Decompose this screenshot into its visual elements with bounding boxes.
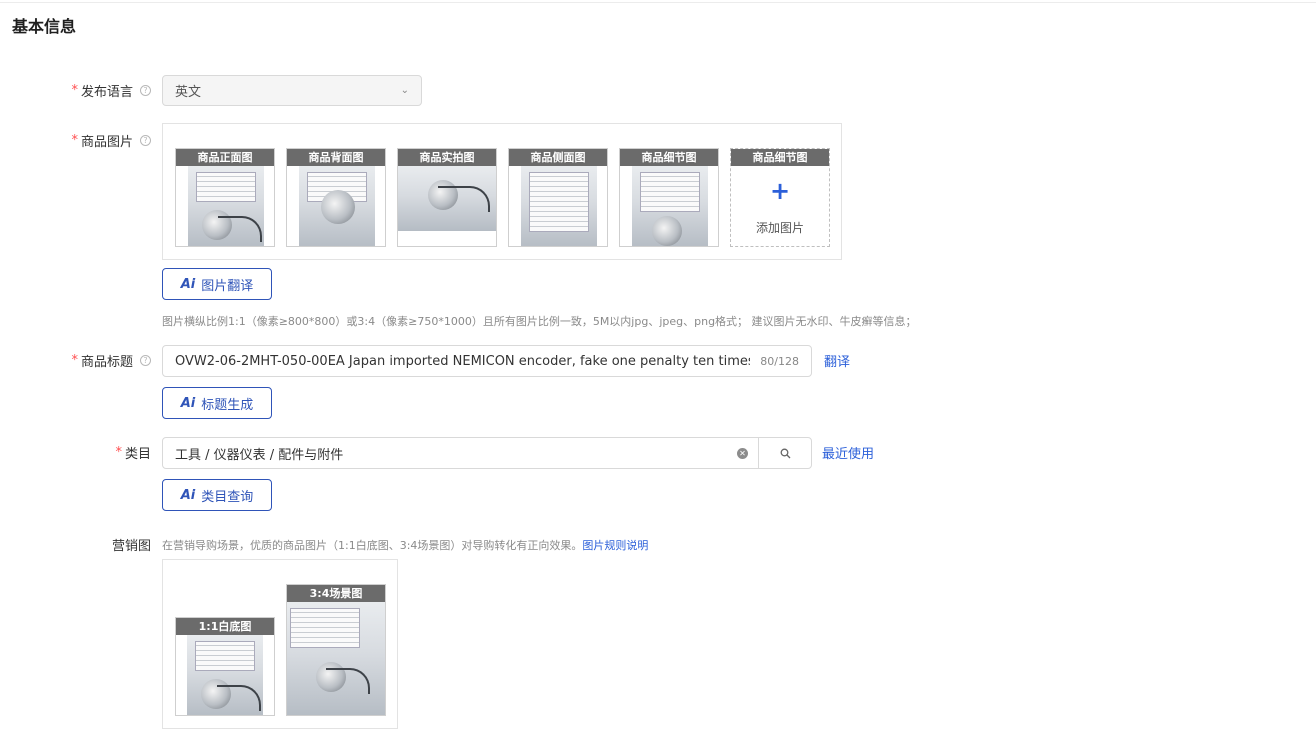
chevron-down-icon: ⌄ (400, 85, 409, 96)
translate-link[interactable]: 翻译 (824, 351, 850, 370)
category-label-text: 类目 (124, 447, 151, 462)
category-query-label: 类目查询 (201, 489, 254, 505)
top-divider (0, 2, 1316, 3)
category-value: 工具 / 仪器仪表 / 配件与附件 (175, 447, 344, 463)
product-title-input[interactable]: OVW2-06-2MHT-050-00EA Japan imported NEM… (162, 345, 812, 377)
marketing-image-scene[interactable]: 3:4场景图 (286, 584, 386, 716)
language-label-text: 发布语言 (80, 85, 133, 100)
section-title: 基本信息 (12, 17, 77, 36)
language-label: * 发布语言 ? (71, 81, 151, 100)
product-image-front[interactable]: 商品正面图 (175, 148, 275, 247)
search-button[interactable] (758, 438, 811, 468)
image-caption: 商品细节图 (731, 149, 829, 166)
marketing-image-square[interactable]: 1:1白底图 (175, 617, 275, 716)
image-translate-button[interactable]: Ai 图片翻译 (162, 268, 272, 300)
image-translate-label: 图片翻译 (201, 278, 254, 294)
marketing-images-panel: 1:1白底图 3:4场景图 (162, 559, 398, 729)
help-icon[interactable]: ? (140, 135, 151, 146)
image-caption: 3:4场景图 (287, 585, 385, 602)
marketing-hint-text: 在营销导购场景，优质的商品图片（1:1白底图、3:4场景图）对导购转化有正向效果… (162, 539, 583, 552)
add-image-text: 添加图片 (755, 221, 804, 235)
image-requirements-hint: 图片横纵比例1:1（像素≥800*800）或3:4（像素≥750*1000）且所… (162, 315, 917, 328)
product-photo (299, 166, 375, 246)
product-photo (287, 602, 385, 715)
product-image-back[interactable]: 商品背面图 (286, 148, 386, 247)
image-caption: 商品背面图 (287, 149, 385, 166)
images-label-text: 商品图片 (80, 135, 133, 150)
clear-icon[interactable]: ✕ (737, 447, 748, 459)
required-mark: * (115, 445, 122, 460)
product-image-real[interactable]: 商品实拍图 (397, 148, 497, 247)
image-caption: 商品实拍图 (398, 149, 496, 166)
language-value: 英文 (175, 85, 202, 100)
category-query-button[interactable]: Ai 类目查询 (162, 479, 272, 511)
marketing-label-text: 营销图 (111, 539, 151, 554)
image-caption: 1:1白底图 (176, 618, 274, 635)
category-input[interactable]: 工具 / 仪器仪表 / 配件与附件 ✕ (162, 437, 812, 469)
recent-used-link[interactable]: 最近使用 (822, 443, 874, 462)
images-label: * 商品图片 ? (71, 131, 151, 150)
marketing-label: 营销图 (112, 535, 151, 554)
ai-icon: Ai (180, 276, 196, 292)
plus-icon: + (769, 177, 791, 205)
title-generate-label: 标题生成 (201, 397, 254, 413)
image-caption: 商品细节图 (620, 149, 718, 166)
required-mark: * (71, 133, 78, 148)
language-select[interactable]: 英文 ⌄ (162, 75, 422, 106)
product-title-value: OVW2-06-2MHT-050-00EA Japan imported NEM… (175, 353, 751, 369)
help-icon[interactable]: ? (140, 85, 151, 96)
product-photo (632, 166, 708, 246)
image-caption: 商品正面图 (176, 149, 274, 166)
title-label-text: 商品标题 (80, 355, 133, 370)
product-image-side[interactable]: 商品侧面图 (508, 148, 608, 247)
product-photo (398, 166, 496, 231)
product-photo (187, 635, 263, 715)
category-label: * 类目 (115, 443, 151, 462)
product-photo (521, 166, 597, 246)
product-photo (188, 166, 264, 246)
required-mark: * (71, 353, 78, 368)
image-rules-link[interactable]: 图片规则说明 (582, 539, 648, 552)
search-icon (780, 448, 790, 458)
title-generate-button[interactable]: Ai 标题生成 (162, 387, 272, 419)
add-image-slot[interactable]: 商品细节图 + 添加图片 (730, 148, 830, 247)
ai-icon: Ai (180, 487, 196, 503)
help-icon[interactable]: ? (140, 355, 151, 366)
required-mark: * (71, 83, 78, 98)
ai-icon: Ai (180, 395, 196, 411)
marketing-hint: 在营销导购场景，优质的商品图片（1:1白底图、3:4场景图）对导购转化有正向效果… (162, 537, 648, 553)
product-image-detail[interactable]: 商品细节图 (619, 148, 719, 247)
title-label: * 商品标题 ? (71, 351, 151, 370)
char-counter: 80/128 (760, 354, 799, 368)
image-caption: 商品侧面图 (509, 149, 607, 166)
product-images-panel: 商品正面图 商品背面图 商品实拍图 商品侧面图 商品细节图 商品细节图 + 添加… (162, 123, 842, 260)
